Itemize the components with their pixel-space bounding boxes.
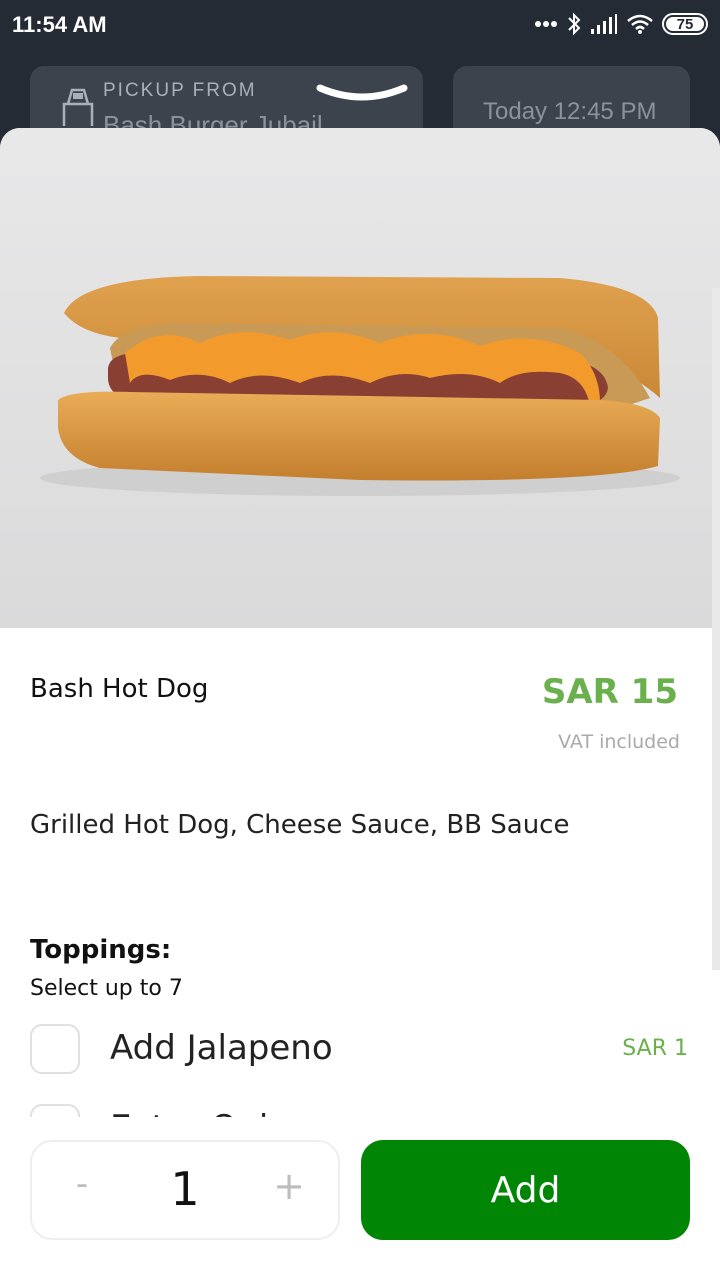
item-name: Bash Hot Dog xyxy=(30,674,209,704)
toppings-subtitle: Select up to 7 xyxy=(30,976,183,1001)
topping-price: SAR 1 xyxy=(622,1036,688,1061)
bluetooth-icon xyxy=(568,12,581,36)
vat-note: VAT included xyxy=(558,731,680,753)
toppings-title: Toppings: xyxy=(30,935,172,965)
topping-checkbox[interactable] xyxy=(30,1024,80,1074)
more-dots-icon xyxy=(535,21,557,27)
product-image xyxy=(0,128,720,628)
add-to-cart-button[interactable]: Add xyxy=(361,1140,690,1240)
item-description: Grilled Hot Dog, Cheese Sauce, BB Sauce xyxy=(30,810,570,840)
topping-label: Add Jalapeno xyxy=(110,1028,333,1068)
battery-level: 75 xyxy=(676,15,694,33)
pickup-label: PICKUP FROM xyxy=(103,80,257,101)
increase-quantity-button[interactable]: + xyxy=(272,1164,306,1208)
product-sheet: Bash Hot Dog SAR 15 VAT included Grilled… xyxy=(0,128,720,1280)
status-bar: 11:54 AM 75 xyxy=(0,0,720,52)
chevron-down-icon[interactable] xyxy=(316,82,408,104)
item-price: SAR 15 xyxy=(541,672,678,712)
status-time: 11:54 AM xyxy=(12,12,107,37)
signal-icon xyxy=(591,14,617,34)
wifi-icon xyxy=(627,14,653,34)
topping-row[interactable]: Add Jalapeno SAR 1 xyxy=(0,1024,720,1084)
status-icons: 75 xyxy=(534,12,708,36)
hot-dog-image xyxy=(40,276,680,496)
add-button-label: Add xyxy=(490,1169,561,1211)
quantity-value: 1 xyxy=(170,1162,200,1216)
battery-indicator: 75 xyxy=(662,13,708,35)
decrease-quantity-button[interactable]: - xyxy=(70,1164,94,1214)
store-icon xyxy=(62,88,94,126)
pickup-time: Today 12:45 PM xyxy=(483,98,657,125)
scrollbar[interactable] xyxy=(712,288,720,970)
